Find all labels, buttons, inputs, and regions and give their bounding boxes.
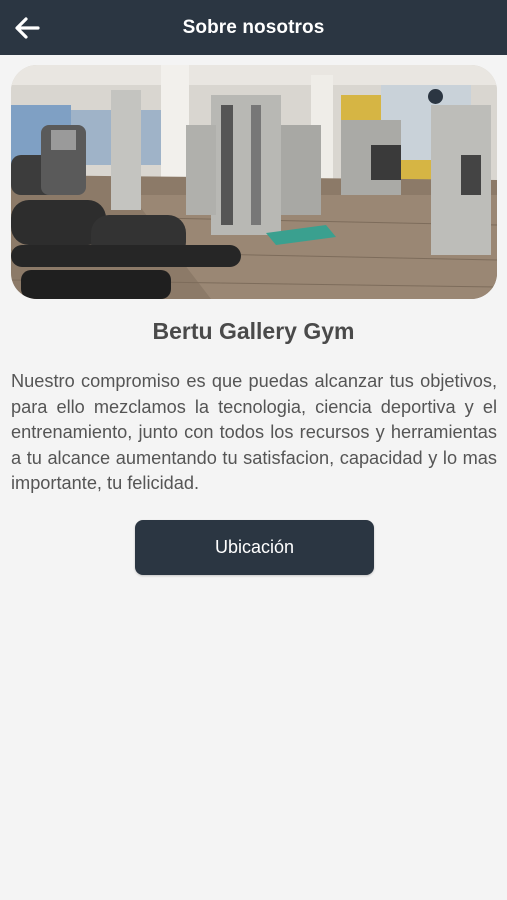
back-button[interactable]: [8, 9, 46, 47]
gym-photo-carousel[interactable]: [11, 65, 497, 299]
arrow-left-icon: [15, 17, 40, 39]
gym-name: Bertu Gallery Gym: [152, 318, 355, 344]
carousel-indicator-dot: [428, 89, 443, 104]
location-button[interactable]: Ubicación: [135, 520, 374, 575]
gym-photo: [11, 65, 497, 299]
about-description: Nuestro compromiso es que puedas alcanza…: [11, 371, 497, 494]
page-title: Sobre nosotros: [182, 16, 325, 38]
app-bar: Sobre nosotros: [0, 0, 507, 55]
